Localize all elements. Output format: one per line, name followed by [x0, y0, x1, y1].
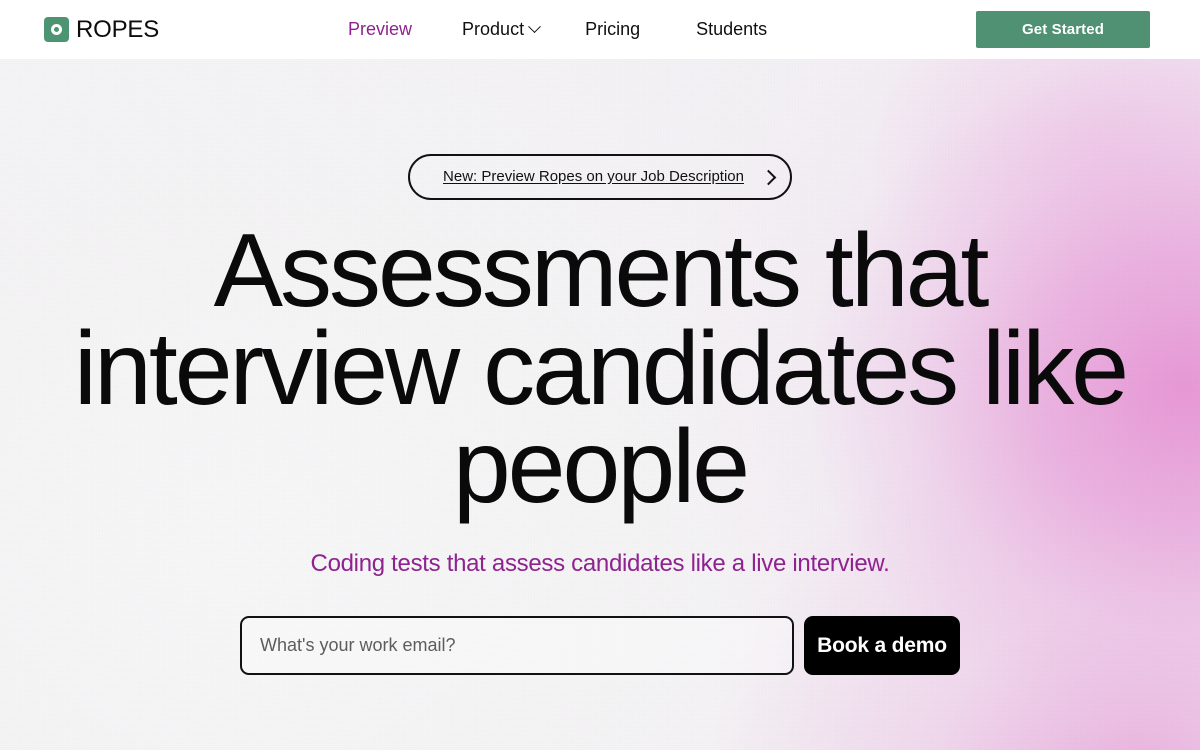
- ring-in-square-icon: [44, 17, 69, 42]
- page-subtitle: Coding tests that assess candidates like…: [310, 550, 890, 577]
- nav-links: Preview Product Pricing Students: [348, 0, 767, 59]
- nav-item-product-label: Product: [462, 19, 525, 39]
- nav-item-preview-label: Preview: [348, 19, 413, 39]
- chevron-right-icon: [760, 169, 777, 185]
- landing-page: ROPES Preview Product Pricing Students G…: [0, 0, 1200, 750]
- nav-item-pricing-label: Pricing: [585, 19, 641, 39]
- nav-item-students-label: Students: [696, 19, 768, 39]
- brand-logo[interactable]: ROPES: [44, 0, 159, 59]
- announcement-label: New: Preview Ropes on your Job Descripti…: [443, 168, 744, 185]
- book-a-demo-button[interactable]: Book a demo: [804, 616, 960, 675]
- announcement-banner[interactable]: New: Preview Ropes on your Job Descripti…: [408, 154, 792, 200]
- brand-name: ROPES: [76, 15, 160, 43]
- hero-content: New: Preview Ropes on your Job Descripti…: [0, 0, 1200, 750]
- top-navbar: ROPES Preview Product Pricing Students G…: [0, 0, 1200, 59]
- nav-item-students[interactable]: Students: [696, 19, 767, 40]
- get-started-button[interactable]: Get Started: [976, 11, 1150, 48]
- logo-ring-shape: [51, 24, 62, 35]
- nav-item-pricing[interactable]: Pricing: [585, 19, 640, 40]
- signup-form: Book a demo: [240, 616, 960, 675]
- nav-item-product[interactable]: Product: [462, 19, 541, 40]
- page-title: Assessments that interview candidates li…: [73, 213, 1129, 525]
- chevron-down-icon: [528, 20, 541, 34]
- work-email-input[interactable]: [240, 616, 794, 675]
- nav-item-preview[interactable]: Preview: [348, 19, 412, 40]
